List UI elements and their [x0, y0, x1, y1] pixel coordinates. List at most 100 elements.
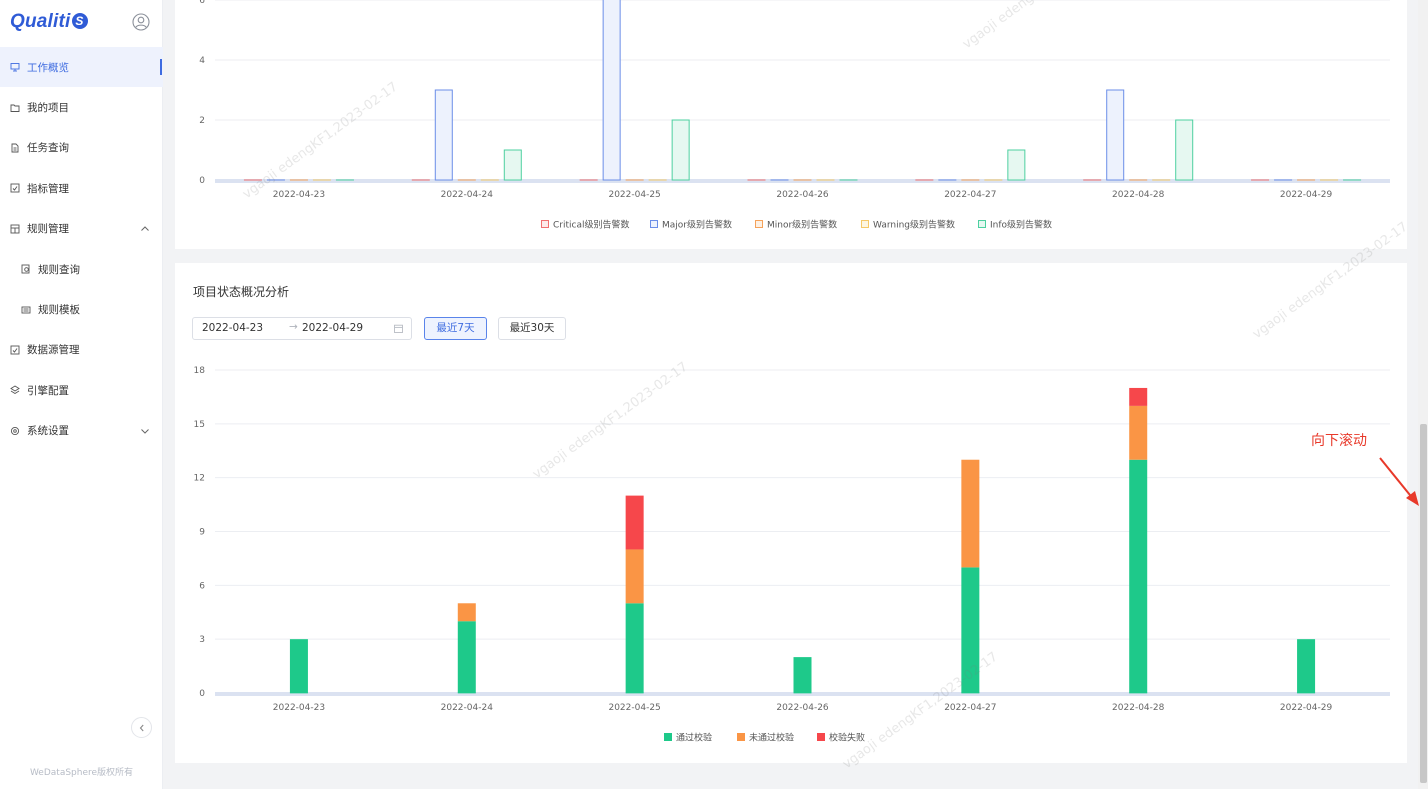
legend-swatch	[664, 733, 672, 741]
bar-1-1	[434, 89, 453, 181]
datasource-icon	[10, 345, 20, 355]
y-tick-label: 0	[199, 689, 205, 699]
sidebar-item-5[interactable]: 规则查询	[0, 249, 163, 289]
rule-query-icon	[21, 264, 30, 274]
bar-base-3	[793, 692, 812, 694]
sidebar-item-9[interactable]: 系统设置	[0, 411, 163, 451]
bar-1-0	[266, 179, 285, 181]
app-logo[interactable]: Qualiti S	[10, 11, 88, 33]
sidebar-item-label: 指标管理	[27, 182, 69, 195]
legend-label: Critical级别告警数	[553, 219, 629, 231]
page-scrollbar-thumb[interactable]	[1420, 424, 1427, 783]
bar-2-4	[961, 179, 980, 181]
legend-item-1[interactable]: 未通过校验	[737, 732, 794, 744]
sidebar-item-4[interactable]: 规则管理	[0, 209, 163, 249]
legend-item-1[interactable]: Major级别告警数	[650, 219, 733, 231]
bar-0-6	[1297, 639, 1316, 693]
bar-0-4	[961, 567, 980, 693]
bar-0-6	[1251, 179, 1270, 181]
bar-2-3	[793, 179, 812, 181]
project-status-card: 项目状态概况分析 2022-04-23 → 2022-04-29 最近7天 最近…	[175, 263, 1407, 763]
sidebar-item-label: 任务查询	[27, 142, 69, 155]
sidebar-item-label: 规则模板	[38, 304, 80, 317]
bar-4-0	[335, 179, 354, 181]
sidebar-collapse-button[interactable]	[131, 717, 152, 738]
scroll-down-annotation: 向下滚动	[1311, 433, 1367, 449]
legend-label: Minor级别告警数	[767, 219, 837, 231]
x-tick-label: 2022-04-23	[273, 190, 325, 200]
bar-4-5	[1175, 119, 1194, 181]
rules-icon	[10, 224, 20, 234]
sidebar-item-label: 系统设置	[27, 425, 69, 438]
x-tick-label: 2022-04-27	[944, 190, 996, 200]
bar-3-6	[1320, 179, 1339, 181]
y-tick-label: 6	[199, 581, 205, 591]
legend-label: Info级别告警数	[990, 219, 1052, 231]
sidebar-item-3[interactable]: 指标管理	[0, 168, 163, 208]
legend-item-0[interactable]: 通过校验	[664, 732, 712, 744]
legend-label: Warning级别告警数	[873, 219, 955, 231]
bar-2-2	[625, 495, 644, 550]
legend-item-2[interactable]: Minor级别告警数	[755, 219, 838, 231]
bar-1-5	[1106, 89, 1125, 181]
sidebar-item-label: 数据源管理	[27, 344, 80, 357]
sidebar-item-1[interactable]: 我的项目	[0, 87, 163, 127]
bar-2-6	[1297, 179, 1316, 181]
legend-swatch	[978, 220, 986, 228]
bar-base-6	[1297, 692, 1316, 694]
bar-1-4	[938, 179, 957, 181]
legend-item-0[interactable]: Critical级别告警数	[541, 219, 630, 231]
legend-item-4[interactable]: Info级别告警数	[978, 219, 1053, 231]
sidebar: Qualiti S 工作概览我的项目任务查询指标管理规则管理规则查询规则模板数据源…	[0, 0, 163, 789]
sidebar-item-0[interactable]: 工作概览	[0, 47, 163, 88]
bar-0-2	[625, 603, 644, 693]
folder-icon	[10, 104, 20, 112]
sidebar-nav: 工作概览我的项目任务查询指标管理规则管理规则查询规则模板数据源管理引擎配置系统设…	[0, 47, 163, 451]
y-tick-label: 0	[199, 176, 205, 186]
bar-0-3	[793, 657, 812, 693]
sidebar-item-7[interactable]: 数据源管理	[0, 330, 163, 370]
x-tick-label: 2022-04-29	[1280, 190, 1333, 200]
bar-base-4	[961, 692, 980, 694]
engine-icon	[10, 385, 20, 395]
bar-4-1	[503, 149, 522, 181]
bar-1-3	[770, 179, 789, 181]
x-tick-label: 2022-04-29	[1280, 703, 1333, 713]
bar-3-4	[984, 179, 1003, 181]
bar-1-6	[1274, 179, 1293, 181]
bar-2-1	[457, 179, 476, 181]
y-tick-label: 6	[199, 0, 205, 6]
sidebar-item-8[interactable]: 引擎配置	[0, 370, 163, 410]
sidebar-item-2[interactable]: 任务查询	[0, 128, 163, 168]
bar-0-5	[1083, 179, 1102, 181]
sidebar-item-label: 规则管理	[27, 223, 69, 236]
x-tick-label: 2022-04-23	[273, 703, 325, 713]
bar-2-5	[1129, 179, 1148, 181]
y-tick-label: 4	[199, 56, 205, 66]
chevron-left-icon	[139, 724, 144, 731]
legend-label: 未通过校验	[749, 732, 794, 744]
chevron-up-icon[interactable]	[140, 224, 150, 234]
chevron-down-icon[interactable]	[140, 426, 150, 436]
sidebar-item-label: 我的项目	[27, 102, 69, 115]
bar-4-3	[839, 179, 858, 181]
y-tick-label: 2	[199, 116, 205, 126]
legend-swatch	[817, 733, 825, 741]
legend-swatch	[541, 220, 549, 228]
user-avatar-icon[interactable]	[132, 13, 150, 31]
bar-0-1	[457, 621, 476, 693]
legend-item-2[interactable]: 校验失败	[817, 732, 865, 744]
legend-label: 通过校验	[676, 732, 712, 744]
y-tick-label: 12	[194, 474, 205, 484]
template-icon	[21, 306, 31, 313]
settings-icon	[10, 426, 20, 435]
alarm-bar-chart: 0 2 4 6 2022-04-23 2022-04-24 2022-04-25 2022-0…	[199, 0, 1390, 231]
y-tick-label: 18	[194, 366, 206, 376]
legend-item-3[interactable]: Warning级别告警数	[861, 219, 956, 231]
bar-base-1	[457, 692, 476, 694]
legend-label: 校验失败	[829, 732, 865, 744]
logo-badge: S	[71, 13, 88, 29]
sidebar-item-6[interactable]: 规则模板	[0, 289, 163, 329]
y-tick-label: 9	[199, 528, 205, 538]
x-tick-label: 2022-04-26	[776, 703, 829, 713]
